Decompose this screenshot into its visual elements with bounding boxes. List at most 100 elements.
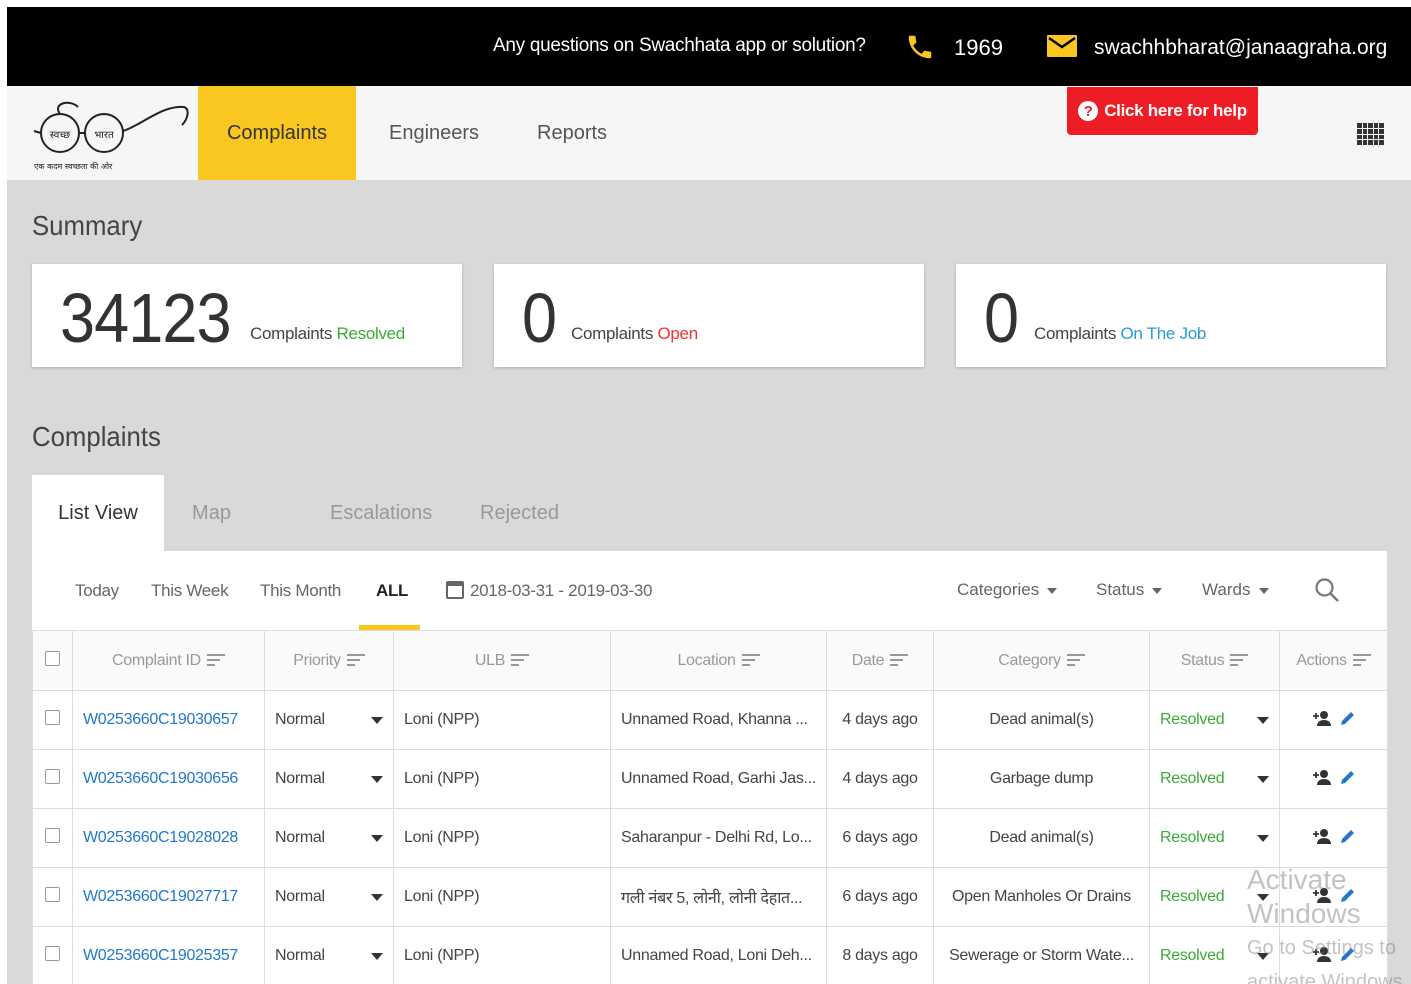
apps-grid-icon[interactable] <box>1357 123 1384 145</box>
resolved-status: Resolved <box>336 324 405 343</box>
complaint-id-link[interactable]: W0253660C19030656 <box>72 749 265 809</box>
filter-today[interactable]: Today <box>75 581 119 601</box>
col-status[interactable]: Status <box>1149 630 1280 691</box>
status-select[interactable]: Resolved <box>1149 749 1280 809</box>
tab-escalations[interactable]: Escalations <box>330 475 432 551</box>
col-ulb[interactable]: ULB <box>393 630 611 691</box>
table-row[interactable]: W0253660C19028028 Normal Loni (NPP) Saha… <box>32 808 1388 868</box>
priority-select[interactable]: Normal <box>264 808 394 868</box>
complaint-id-link[interactable]: W0253660C19028028 <box>72 808 265 868</box>
help-button[interactable]: ? Click here for help <box>1067 87 1258 135</box>
select-all-checkbox[interactable] <box>32 630 73 691</box>
chevron-down-icon <box>371 953 383 960</box>
edit-pencil-icon[interactable] <box>1340 828 1356 844</box>
col-location[interactable]: Location <box>610 630 827 691</box>
chevron-down-icon <box>1257 776 1269 783</box>
row-checkbox[interactable] <box>45 769 60 784</box>
category-cell: Dead animal(s) <box>933 690 1150 750</box>
assign-user-icon[interactable] <box>1312 769 1332 785</box>
tab-rejected[interactable]: Rejected <box>480 475 559 551</box>
email-link[interactable]: swachhbharat@janaagraha.org <box>1094 36 1387 60</box>
phone-number[interactable]: 1969 <box>954 35 1003 61</box>
status-dropdown[interactable]: Status <box>1096 580 1163 600</box>
ulb-cell: Loni (NPP) <box>393 808 611 868</box>
sort-icon <box>1066 654 1085 667</box>
help-label: Click here for help <box>1104 101 1247 120</box>
complaint-id-link[interactable]: W0253660C19027717 <box>72 867 265 927</box>
summary-title: Summary <box>32 210 143 241</box>
status-select[interactable]: Resolved <box>1149 690 1280 750</box>
priority-select[interactable]: Normal <box>264 926 394 984</box>
location-cell: Unnamed Road, Garhi Jas... <box>610 749 827 809</box>
tab-map-view[interactable]: Map View <box>190 475 233 600</box>
phone-icon <box>908 35 932 59</box>
col-date[interactable]: Date <box>826 630 934 691</box>
chevron-down-icon <box>371 717 383 724</box>
assign-user-icon[interactable] <box>1312 828 1332 844</box>
complaint-id-link[interactable]: W0253660C19025357 <box>72 926 265 984</box>
row-checkbox[interactable] <box>45 887 60 902</box>
table-row[interactable]: W0253660C19025357 Normal Loni (NPP) Unna… <box>32 926 1388 984</box>
chevron-down-icon <box>371 894 383 901</box>
priority-select[interactable]: Normal <box>264 690 394 750</box>
filter-all[interactable]: ALL <box>376 581 408 601</box>
logo-right-word: भारत <box>94 130 114 141</box>
open-status: Open <box>657 324 698 343</box>
tab-list-view[interactable]: List View <box>32 475 164 551</box>
row-checkbox[interactable] <box>45 710 60 725</box>
nav-reports[interactable]: Reports <box>537 86 607 180</box>
chevron-down-icon <box>1152 587 1163 594</box>
date-cell: 4 days ago <box>826 690 934 750</box>
table-row[interactable]: W0253660C19030657 Normal Loni (NPP) Unna… <box>32 690 1388 750</box>
nav-complaints[interactable]: Complaints <box>198 86 356 180</box>
watermark-line1: Activate Windows <box>1247 864 1361 929</box>
priority-select[interactable]: Normal <box>264 749 394 809</box>
status-select[interactable]: Resolved <box>1149 808 1280 868</box>
priority-select[interactable]: Normal <box>264 867 394 927</box>
main-header: स्वच्छ भारत एक कदम स्वच्छता की ओर Compla… <box>7 86 1411 180</box>
col-actions[interactable]: Actions <box>1279 630 1388 691</box>
complaints-table: Complaint ID Priority ULB Location Date … <box>32 630 1388 984</box>
mail-icon <box>1047 35 1077 57</box>
complaints-title: Complaints <box>32 421 161 452</box>
watermark-line2: Go to Settings to activate Windows. <box>1247 937 1409 984</box>
assign-user-icon[interactable] <box>1312 710 1332 726</box>
date-cell: 6 days ago <box>826 808 934 868</box>
calendar-icon[interactable] <box>446 581 464 599</box>
row-checkbox[interactable] <box>45 946 60 961</box>
filter-this-week[interactable]: This Week <box>151 581 229 601</box>
table-row[interactable]: W0253660C19027717 Normal Loni (NPP) गली … <box>32 867 1388 927</box>
category-cell: Garbage dump <box>933 749 1150 809</box>
nav-engineers[interactable]: Engineers <box>389 86 479 180</box>
chevron-down-icon <box>1047 587 1058 594</box>
category-cell: Dead animal(s) <box>933 808 1150 868</box>
chevron-down-icon <box>371 776 383 783</box>
col-category[interactable]: Category <box>933 630 1150 691</box>
row-checkbox[interactable] <box>45 828 60 843</box>
open-count: 0 <box>522 279 557 357</box>
sort-icon <box>1230 654 1249 667</box>
date-range[interactable]: 2018-03-31 - 2019-03-30 <box>470 581 652 601</box>
edit-pencil-icon[interactable] <box>1340 769 1356 785</box>
filter-this-month[interactable]: This Month <box>260 581 341 601</box>
col-priority[interactable]: Priority <box>264 630 394 691</box>
location-cell: गली नंबर 5, लोनी, लोनी देहात... <box>610 867 827 927</box>
date-cell: 8 days ago <box>826 926 934 984</box>
search-icon[interactable] <box>1314 577 1340 603</box>
date-cell: 6 days ago <box>826 867 934 927</box>
edit-pencil-icon[interactable] <box>1340 710 1356 726</box>
onjob-count: 0 <box>984 279 1019 357</box>
sort-icon <box>741 654 760 667</box>
wards-dropdown[interactable]: Wards <box>1202 580 1269 600</box>
swachh-bharat-logo[interactable]: स्वच्छ भारत एक कदम स्वच्छता की ओर <box>32 95 192 173</box>
categories-dropdown[interactable]: Categories <box>957 580 1058 600</box>
complaint-id-link[interactable]: W0253660C19030657 <box>72 690 265 750</box>
contact-bar: Any questions on Swachhata app or soluti… <box>7 7 1411 86</box>
chevron-down-icon <box>371 835 383 842</box>
table-row[interactable]: W0253660C19030656 Normal Loni (NPP) Unna… <box>32 749 1388 809</box>
help-icon: ? <box>1078 101 1099 121</box>
logo-left-word: स्वच्छ <box>50 130 70 141</box>
col-complaint-id[interactable]: Complaint ID <box>72 630 265 691</box>
sort-icon <box>1352 654 1371 667</box>
app-frame: Any questions on Swachhata app or soluti… <box>7 7 1411 984</box>
